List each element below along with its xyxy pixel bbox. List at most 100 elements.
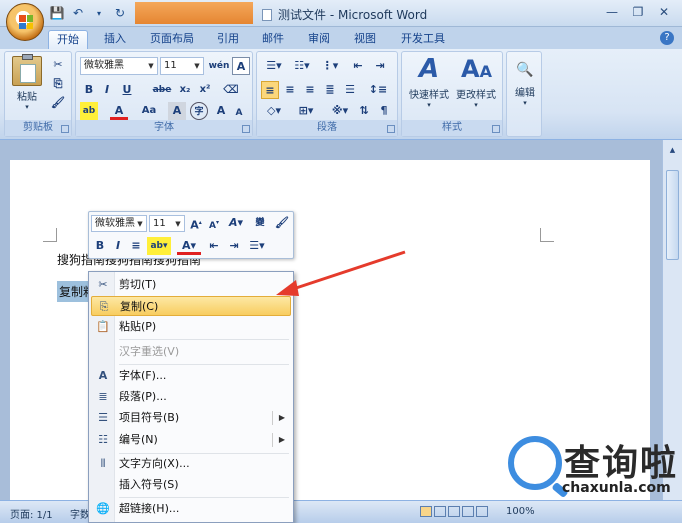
font-color-button[interactable]: A [110, 102, 128, 120]
menu-item-cut[interactable]: ✂ 剪切(T) [91, 275, 291, 295]
menu-item-hyperlink[interactable]: 🌐 超链接(H)... [91, 499, 291, 519]
office-button[interactable] [6, 3, 44, 41]
print-layout-icon[interactable] [420, 506, 432, 517]
italic-button[interactable]: I [98, 81, 116, 99]
justify-icon[interactable]: ≣ [321, 81, 339, 99]
redo-icon[interactable]: ↻ [111, 4, 129, 22]
menu-item-numbering[interactable]: ☷ 编号(N) ▶ [91, 430, 291, 450]
align-left-icon[interactable]: ≡ [261, 81, 279, 99]
mini-bullets-icon[interactable]: ☰▾ [245, 237, 269, 255]
word-count[interactable]: 字数 [70, 506, 90, 521]
mini-increase-indent-icon[interactable]: ⇥ [225, 237, 243, 255]
tab-mailings[interactable]: 邮件 [254, 30, 292, 49]
restore-button[interactable]: ❐ [626, 3, 650, 21]
editing-button[interactable]: 🔍 编辑 ▾ [509, 58, 541, 107]
distribute-icon[interactable]: ☰ [341, 81, 359, 99]
subscript-button[interactable]: x₂ [176, 81, 194, 99]
menu-item-paste[interactable]: 📋 粘贴(P) [91, 317, 291, 337]
sort-icon[interactable]: ⇅ [355, 102, 373, 120]
window-title-text: 测试文件 - Microsoft Word [278, 8, 428, 22]
mini-bold-icon[interactable]: B [91, 237, 109, 255]
align-center-icon[interactable]: ≡ [281, 81, 299, 99]
menu-item-font[interactable]: A 字体(F)... [91, 366, 291, 386]
shrink-font-icon[interactable]: A▾ [205, 214, 223, 232]
mini-decrease-indent-icon[interactable]: ⇤ [205, 237, 223, 255]
cut-icon[interactable]: ✂ [49, 56, 67, 74]
page-indicator[interactable]: 页面: 1/1 [10, 506, 53, 521]
bullets-icon[interactable]: ☰▾ [261, 57, 287, 75]
strikethrough-button[interactable]: abe [150, 81, 174, 99]
underline-button[interactable]: U [118, 81, 136, 99]
menu-item-insert-symbol[interactable]: 插入符号(S) [91, 475, 291, 495]
font-group: 微软雅黑 ▼ 11 ▼ wén A B I U abe x₂ x² ⌫ ab A… [75, 51, 253, 137]
tab-references[interactable]: 引用 [209, 30, 247, 49]
clipboard-launcher-icon[interactable] [61, 125, 69, 133]
grow-font-icon[interactable]: A▴ [187, 214, 205, 232]
tab-view[interactable]: 视图 [346, 30, 384, 49]
clipboard-group: 粘贴 ▾ ✂ ⎘ 🖌 剪贴板 [4, 51, 72, 137]
scrollbar-thumb[interactable] [666, 170, 679, 260]
char-shading-button[interactable]: A [168, 102, 186, 120]
shading-icon[interactable]: ◇▾ [261, 102, 287, 120]
paragraph-launcher-icon[interactable] [387, 125, 395, 133]
line-spacing-icon[interactable]: ↕≡ [365, 81, 391, 99]
undo-icon[interactable]: ↶ [69, 4, 87, 22]
borders-icon[interactable]: ⊞▾ [293, 102, 319, 120]
help-icon[interactable]: ? [660, 31, 674, 45]
full-screen-icon[interactable] [434, 506, 446, 517]
format-painter-icon[interactable]: 🖌 [273, 214, 291, 232]
paste-button[interactable]: 粘贴 ▾ [11, 54, 43, 111]
title-bar: 💾 ↶ ▾ ↻ 测试文件 - Microsoft Word — ❐ ✕ [0, 0, 682, 27]
menu-item-copy[interactable]: ⎘ 复制(C) [91, 296, 291, 316]
tab-home[interactable]: 开始 [48, 30, 88, 49]
tab-insert[interactable]: 插入 [96, 30, 134, 49]
superscript-button[interactable]: x² [196, 81, 214, 99]
change-case-button[interactable]: Aa [138, 102, 160, 120]
copy-icon[interactable]: ⎘ [49, 75, 67, 93]
font-name-select[interactable]: 微软雅黑 ▼ [80, 57, 158, 75]
numbering-icon[interactable]: ☷▾ [289, 57, 315, 75]
font-size-select[interactable]: 11 ▼ [160, 57, 204, 75]
multilevel-list-icon[interactable]: ⋮▾ [317, 57, 343, 75]
qat-dropdown-icon[interactable]: ▾ [90, 4, 108, 22]
align-right-icon[interactable]: ≡ [301, 81, 319, 99]
mini-italic-icon[interactable]: I [109, 237, 127, 255]
enclose-char-icon[interactable]: 字 [190, 102, 208, 120]
save-icon[interactable]: 💾 [48, 4, 66, 22]
mini-center-icon[interactable]: ≡ [127, 237, 145, 255]
mini-highlight-icon[interactable]: ab▾ [147, 237, 171, 255]
clear-format-icon[interactable]: ⌫ [222, 81, 240, 99]
font-launcher-icon[interactable] [242, 125, 250, 133]
scroll-up-icon[interactable]: ▲ [666, 146, 679, 159]
phonetic-icon[interactable]: 變 [251, 214, 269, 232]
char-border-button[interactable]: A [232, 57, 250, 75]
decrease-indent-icon[interactable]: ⇤ [349, 57, 367, 75]
show-marks-icon[interactable]: ¶ [375, 102, 393, 120]
mini-font-size-select[interactable]: 11 ▼ [149, 215, 185, 232]
tab-review[interactable]: 审阅 [300, 30, 338, 49]
styles-icon[interactable]: A▾ [225, 214, 247, 232]
phonetic-guide-button[interactable]: wén [208, 57, 230, 75]
menu-item-text-direction[interactable]: ⫴ 文字方向(X)... [91, 454, 291, 474]
outline-icon[interactable] [462, 506, 474, 517]
grow-font-button[interactable]: A [212, 102, 230, 120]
highlight-color-button[interactable]: ab [80, 102, 98, 120]
tab-page-layout[interactable]: 页面布局 [142, 30, 202, 49]
web-layout-icon[interactable] [448, 506, 460, 517]
format-painter-icon[interactable]: 🖌 [49, 94, 67, 112]
minimize-button[interactable]: — [600, 3, 624, 21]
increase-indent-icon[interactable]: ⇥ [371, 57, 389, 75]
chinese-layout-icon[interactable]: ※▾ [327, 102, 353, 120]
close-button[interactable]: ✕ [652, 3, 676, 21]
menu-item-bullets[interactable]: ☰ 项目符号(B) ▶ [91, 408, 291, 428]
tab-developer[interactable]: 开发工具 [393, 30, 453, 49]
quick-styles-button[interactable]: A 快速样式 ▾ [406, 54, 452, 109]
paragraph-icon: ≣ [98, 390, 108, 403]
mini-font-color-icon[interactable]: A▾ [177, 237, 201, 255]
mini-font-name-select[interactable]: 微软雅黑 ▼ [91, 215, 147, 232]
styles-launcher-icon[interactable] [492, 125, 500, 133]
bold-button[interactable]: B [80, 81, 98, 99]
menu-item-paragraph[interactable]: ≣ 段落(P)... [91, 387, 291, 407]
draft-icon[interactable] [476, 506, 488, 517]
change-styles-button[interactable]: AA 更改样式 ▾ [452, 54, 500, 109]
